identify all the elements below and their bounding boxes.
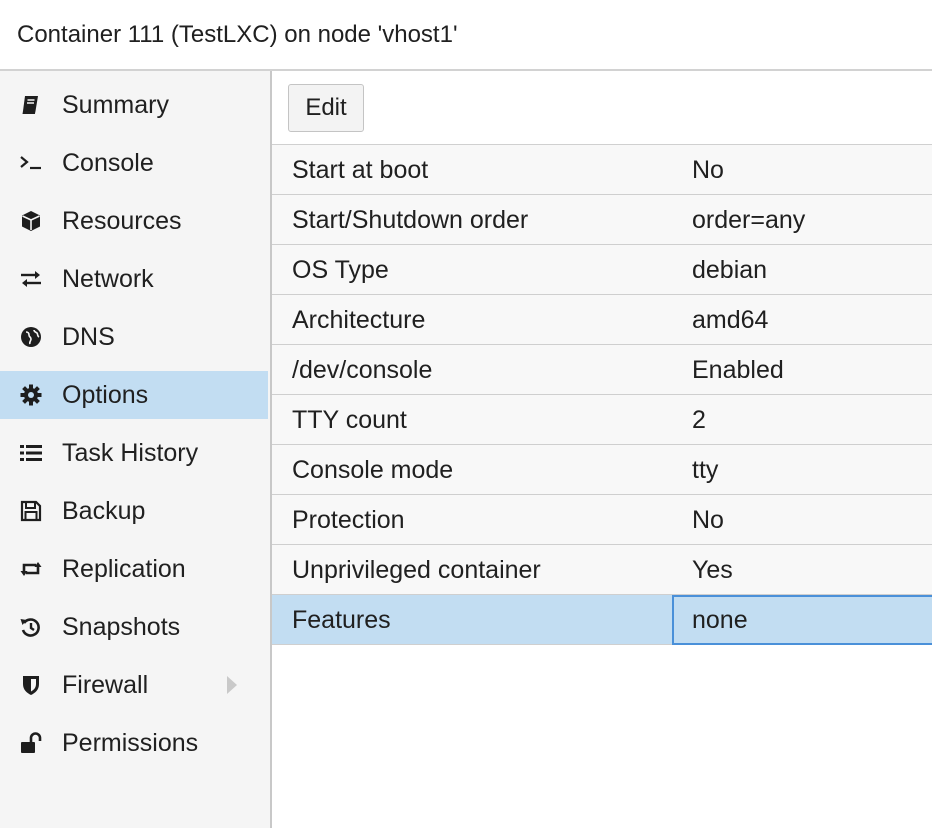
option-key: Protection [292,506,405,534]
sidebar-item-label: Network [62,264,154,293]
option-key: OS Type [292,256,389,284]
table-row-selected[interactable]: Features none [272,595,932,645]
table-row[interactable]: TTY count 2 [272,395,932,445]
option-key: Architecture [292,306,426,334]
sidebar-item-options[interactable]: Options [0,371,268,419]
option-key: Features [292,606,391,634]
exchange-icon [18,266,44,292]
table-row[interactable]: Architecture amd64 [272,295,932,345]
floppy-icon [18,498,44,524]
sidebar-item-summary[interactable]: Summary [0,81,268,129]
sidebar-item-task-history[interactable]: Task History [0,429,268,477]
sidebar-item-label: Replication [62,554,186,583]
edit-button[interactable]: Edit [288,84,364,132]
sidebar-item-label: Summary [62,90,169,119]
table-row[interactable]: OS Type debian [272,245,932,295]
table-row[interactable]: /dev/console Enabled [272,345,932,395]
sidebar-item-label: Console [62,148,154,177]
toolbar: Edit [272,71,932,145]
sidebar: Summary Console Resources Network DNS Op… [0,71,272,828]
sidebar-item-label: Backup [62,496,146,525]
table-row[interactable]: Unprivileged container Yes [272,545,932,595]
option-value: No [692,506,724,534]
unlock-icon [18,730,44,756]
option-key: Start/Shutdown order [292,206,529,234]
table-row[interactable]: Console mode tty [272,445,932,495]
sidebar-item-snapshots[interactable]: Snapshots [0,603,268,651]
option-key: Console mode [292,456,454,484]
sidebar-item-label: Firewall [62,670,149,699]
table-row[interactable]: Protection No [272,495,932,545]
option-value: amd64 [692,306,769,334]
sidebar-item-permissions[interactable]: Permissions [0,719,268,767]
table-row[interactable]: Start/Shutdown order order=any [272,195,932,245]
globe-icon [18,324,44,350]
terminal-icon [18,150,44,176]
sidebar-item-label: Options [62,380,149,409]
history-icon [18,614,44,640]
option-value: debian [692,256,768,284]
sidebar-item-resources[interactable]: Resources [0,197,268,245]
sidebar-item-dns[interactable]: DNS [0,313,268,361]
sidebar-item-label: Resources [62,206,182,235]
sidebar-item-console[interactable]: Console [0,139,268,187]
option-value: Yes [692,556,733,584]
option-key: /dev/console [292,356,433,384]
gear-icon [18,382,44,408]
option-key: Start at boot [292,156,429,184]
sidebar-item-label: Task History [62,438,199,467]
option-key: Unprivileged container [292,556,541,584]
sidebar-item-label: Permissions [62,728,199,757]
option-value: 2 [692,406,706,434]
option-value: No [692,156,724,184]
retweet-icon [18,556,44,582]
shield-icon [18,672,44,698]
options-panel: Edit Start at boot No Start/Shutdown ord… [272,71,932,828]
options-grid: Start at boot No Start/Shutdown order or… [272,145,932,645]
panel-title: Container 111 (TestLXC) on node 'vhost1' [0,0,932,71]
option-key: TTY count [292,406,407,434]
option-value: tty [692,456,719,484]
panel-title-text: Container 111 (TestLXC) on node 'vhost1' [17,20,458,48]
sidebar-item-network[interactable]: Network [0,255,268,303]
option-value: Enabled [692,356,784,384]
sidebar-item-label: Snapshots [62,612,181,641]
submenu-arrow-icon[interactable] [226,675,238,695]
table-row[interactable]: Start at boot No [272,145,932,195]
option-value: none [672,595,932,645]
option-value: order=any [692,206,806,234]
sidebar-item-label: DNS [62,322,115,351]
sidebar-item-firewall[interactable]: Firewall [0,661,268,709]
sidebar-item-backup[interactable]: Backup [0,487,268,535]
cube-icon [18,208,44,234]
book-icon [18,92,44,118]
list-icon [18,440,44,466]
sidebar-item-replication[interactable]: Replication [0,545,268,593]
